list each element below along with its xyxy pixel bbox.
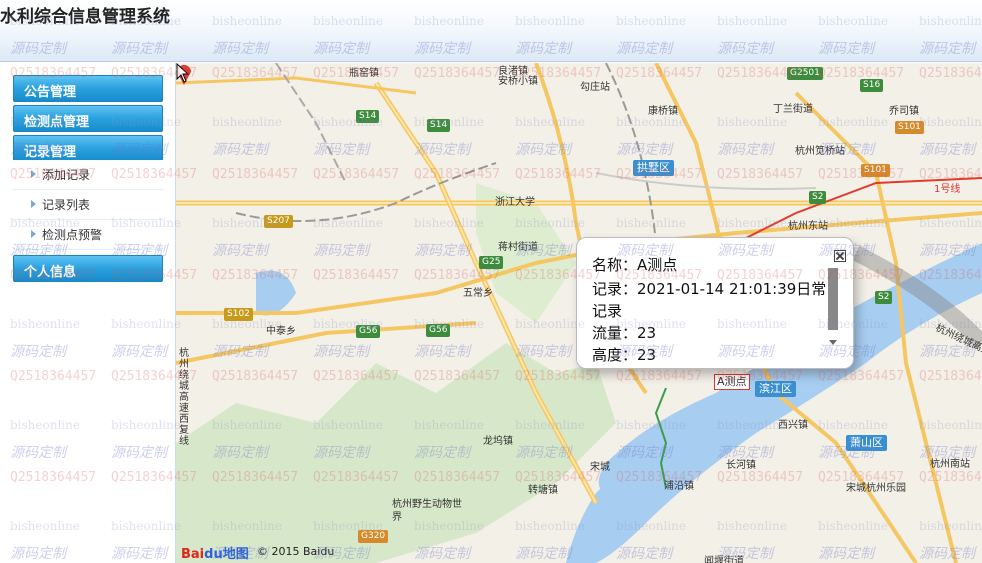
sidebar: 公告管理 检测点管理 记录管理 添加记录 记录列表 检测点预警 个人信息 [0,63,176,563]
menu-profile-label: 个人信息 [24,265,77,280]
submenu-point-warning[interactable]: 检测点预警 [13,220,163,250]
highway-shield: S14 [356,110,380,123]
map-copyright: © 2015 Baidu [257,545,335,558]
submenu-record-list[interactable]: 记录列表 [13,190,163,220]
highway-shield: G56 [356,325,381,338]
place-label: 中泰乡 [266,326,296,337]
triangle-right-icon [31,200,36,208]
place-label: 闻堰街道 [704,556,744,563]
popup-flow-line: 流量：23 [592,324,657,342]
place-label: 龙坞镇 [483,436,513,447]
place-label: 1号线 [934,184,961,195]
place-label: 浦沿镇 [664,481,694,492]
info-window: 名称：A测点 记录：2021-01-14 21:01:39日常 记录 流量：23… [576,237,854,369]
place-label: 杭州野生动物世界 [392,499,462,523]
submenu-add-record[interactable]: 添加记录 [13,160,163,190]
highway-shield: S207 [264,215,293,228]
menu-records-label: 记录管理 [24,145,77,160]
place-label: 丁兰街道 [773,104,813,115]
place-label: 浙江大学 [495,197,535,208]
baidu-map[interactable]: 瓶窑镇 良渚镇 安桥小镇 勾庄站 康桥镇 丁兰街道 乔司镇 杭州笕桥站 浙江大学… [176,63,982,563]
highway-shield: G2501 [787,67,823,80]
highway-shield: S14 [427,119,451,132]
scrollbar-thumb[interactable] [828,268,838,330]
district-label: 滨江区 [755,381,796,397]
highway-shield: S102 [224,308,253,321]
highway-shield: G25 [479,256,504,269]
menu-records[interactable]: 记录管理 [13,135,163,162]
menu-monitoring-points-label: 检测点管理 [24,115,90,130]
highway-shield: S2 [809,191,827,204]
highway-shield: S101 [895,121,924,134]
scroll-down-arrow-icon[interactable] [829,340,837,345]
submenu-add-record-label: 添加记录 [42,168,91,182]
district-label: 拱墅区 [633,160,674,176]
mouse-cursor-icon [176,63,190,83]
place-label: 宋城 [590,462,610,473]
menu-announcement[interactable]: 公告管理 [13,75,163,102]
baidu-map-logo: Baidu地图 [181,543,249,562]
place-label: 五常乡 [463,288,493,299]
place-label: 西兴镇 [778,420,808,431]
place-label: 长河镇 [726,460,756,471]
popup-height-line: 高度：23 [592,346,657,364]
close-icon[interactable] [834,250,846,262]
place-label: 杭州笕桥站 [795,146,845,157]
menu-profile[interactable]: 个人信息 [13,255,163,282]
place-label: 杭州南站 [930,459,970,470]
highway-shield: S16 [860,79,884,92]
place-label: 安桥小镇 [498,76,538,87]
menu-announcement-label: 公告管理 [24,85,77,100]
highway-shield: S2 [875,291,893,304]
place-label: 杭州东站 [788,221,828,232]
place-label: 蒋村街道 [498,242,538,253]
marker-label[interactable]: A测点 [714,374,750,390]
popup-name-line: 名称：A测点 [592,256,678,274]
triangle-right-icon [31,170,36,178]
place-label: 杭州绕城高速西复线 [179,348,189,447]
place-label: 康桥镇 [648,106,678,117]
submenu-record-list-label: 记录列表 [42,198,91,212]
triangle-right-icon [31,230,36,238]
app-title: 水利综合信息管理系统 [0,7,170,27]
place-label: 乔司镇 [889,106,919,117]
highway-shield: S101 [861,164,890,177]
page-header: 水利综合信息管理系统 [0,0,982,62]
logo-du-map: du地图 [204,547,249,562]
logo-bai: Bai [181,547,205,562]
place-label: 勾庄站 [580,82,610,93]
highway-shield: G320 [358,530,389,543]
district-label: 萧山区 [846,435,887,451]
place-label: 宋城杭州乐园 [846,483,906,494]
place-label: 瓶窑镇 [349,68,379,79]
place-label: 转塘镇 [528,485,558,496]
highway-shield: G56 [426,324,451,337]
popup-record-line: 记录：2021-01-14 21:01:39日常 [592,280,827,298]
popup-record-line-wrap: 记录 [592,302,623,320]
popup-scrollbar[interactable] [828,268,838,354]
submenu-point-warning-label: 检测点预警 [42,228,103,242]
menu-monitoring-points[interactable]: 检测点管理 [13,105,163,132]
